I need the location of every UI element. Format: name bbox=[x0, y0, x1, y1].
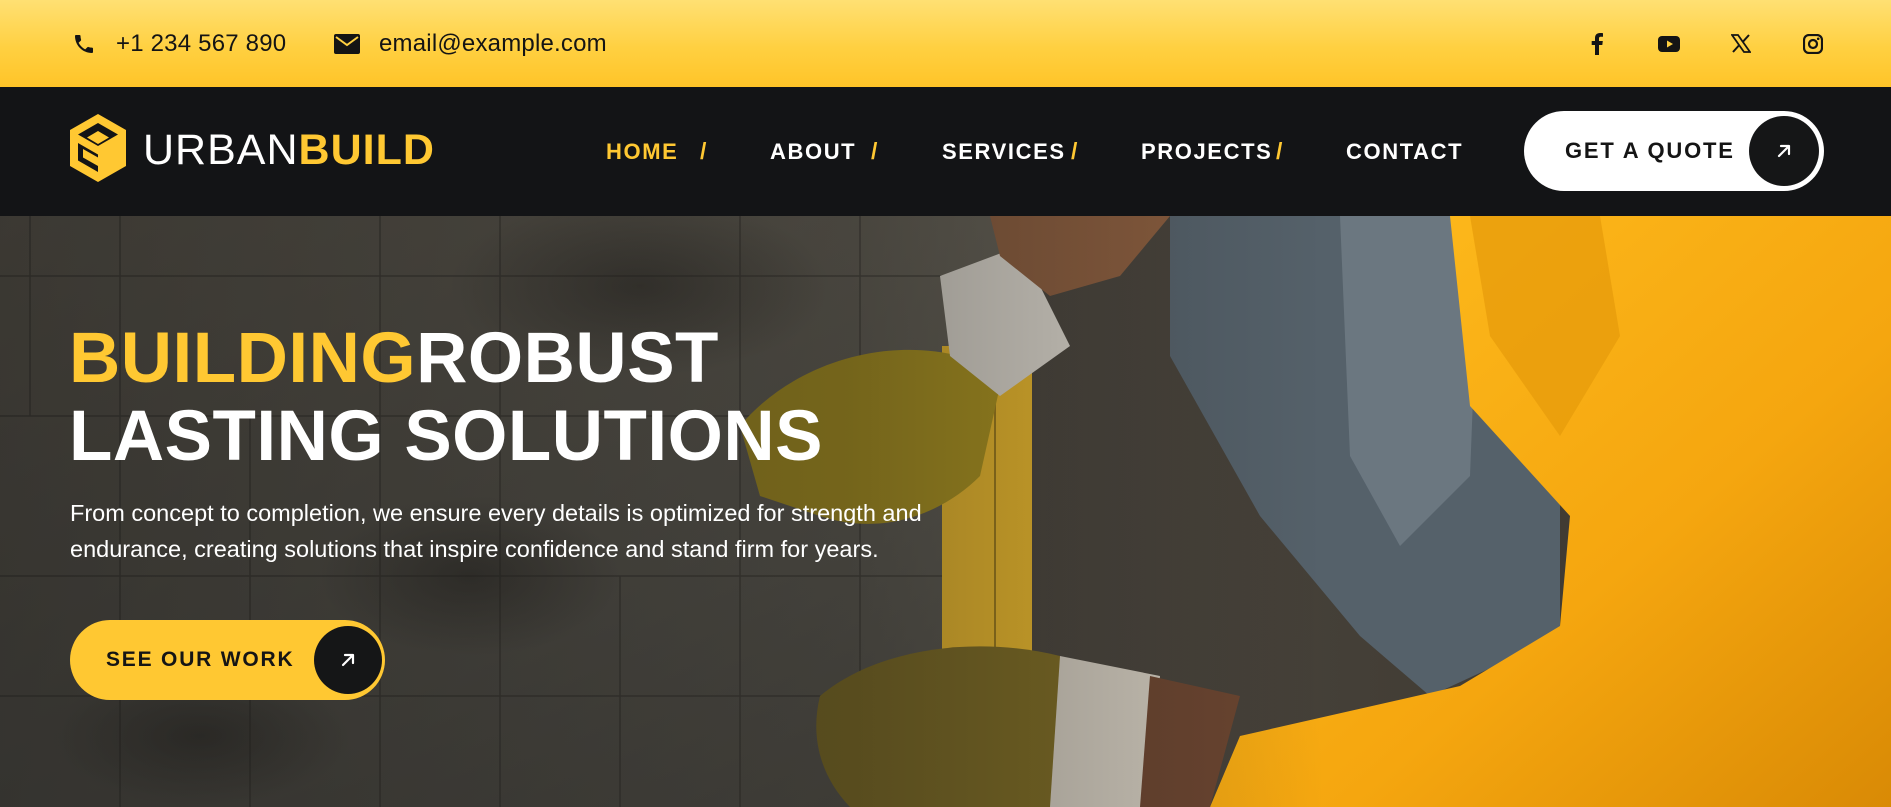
brand-logo[interactable]: URBANBUILD bbox=[69, 113, 435, 188]
nav-separator: / bbox=[871, 138, 878, 164]
nav-separator: / bbox=[1276, 138, 1283, 164]
nav-projects[interactable]: PROJECTS bbox=[1141, 87, 1272, 216]
mail-icon bbox=[333, 30, 361, 58]
brand-name-part2: BUILD bbox=[298, 125, 435, 174]
email-contact[interactable]: email@example.com bbox=[333, 0, 607, 87]
arrow-up-right-icon bbox=[314, 626, 382, 694]
see-our-work-label: SEE OUR WORK bbox=[106, 648, 295, 671]
instagram-icon[interactable] bbox=[1798, 0, 1828, 87]
see-our-work-button[interactable]: SEE OUR WORK bbox=[70, 620, 385, 700]
hero-title-highlight: BUILDING bbox=[69, 319, 417, 398]
email-address: email@example.com bbox=[379, 29, 607, 57]
hero-title-rest: ROBUST bbox=[416, 319, 719, 398]
main-navbar: URBANBUILD HOME / ABOUT / SERVICES / PRO… bbox=[0, 87, 1891, 216]
hero-title-line1: BUILDINGROBUST bbox=[69, 323, 719, 394]
youtube-icon[interactable] bbox=[1654, 0, 1684, 87]
nav-home[interactable]: HOME bbox=[606, 87, 678, 216]
hero-title-line2: LASTING SOLUTIONS bbox=[69, 397, 823, 476]
hero-section: BUILDINGROBUST LASTING SOLUTIONS From co… bbox=[0, 216, 1891, 807]
phone-contact[interactable]: +1 234 567 890 bbox=[70, 0, 286, 87]
get-a-quote-label: GET A QUOTE bbox=[1565, 138, 1735, 163]
nav-about[interactable]: ABOUT bbox=[770, 87, 856, 216]
get-a-quote-button[interactable]: GET A QUOTE bbox=[1524, 111, 1824, 191]
nav-separator: / bbox=[1071, 138, 1078, 164]
nav-contact[interactable]: CONTACT bbox=[1346, 87, 1463, 216]
cube-logo-icon bbox=[69, 113, 127, 188]
nav-separator: / bbox=[700, 138, 707, 164]
facebook-icon[interactable] bbox=[1582, 0, 1612, 87]
x-icon[interactable] bbox=[1726, 0, 1756, 87]
arrow-up-right-icon bbox=[1749, 116, 1819, 186]
hero-subtitle: From concept to completion, we ensure ev… bbox=[70, 500, 922, 562]
phone-icon bbox=[70, 30, 98, 58]
brand-name-part1: URBAN bbox=[143, 125, 299, 174]
nav-services[interactable]: SERVICES bbox=[942, 87, 1066, 216]
top-contact-bar: +1 234 567 890 email@example.com bbox=[0, 0, 1891, 87]
phone-number: +1 234 567 890 bbox=[116, 29, 287, 57]
